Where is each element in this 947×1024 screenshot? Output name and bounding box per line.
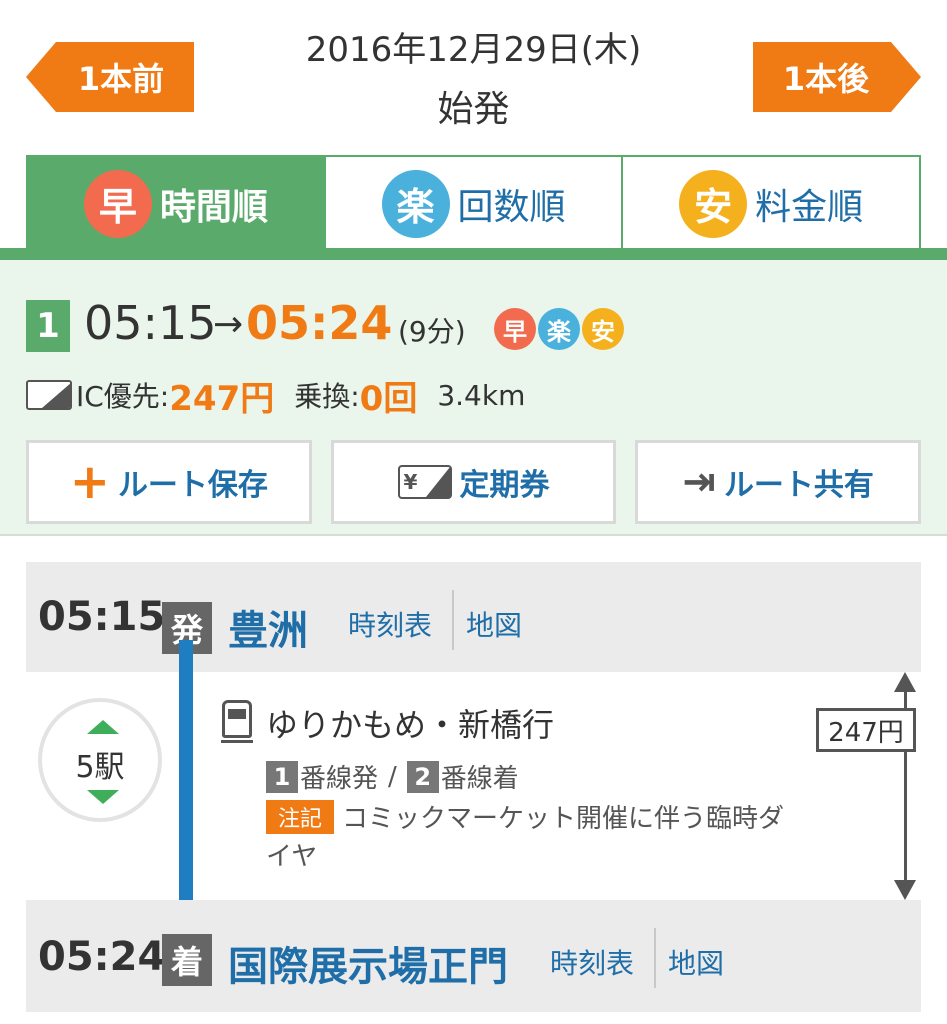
arrival-station-link[interactable]: 国際展示場正門 [228,934,508,992]
stop-count: 5駅 [75,750,125,785]
tab-label: 料金順 [755,186,864,228]
tab-sort-by-transfers[interactable]: 楽 回数順 [325,155,624,250]
transfer-label: 乗換: [294,380,360,413]
commuter-pass-label: 定期券 [459,468,550,503]
arrival-platform-number: 2 [406,760,439,793]
train-line-bar [179,640,193,940]
fare-value: 247円 [169,378,275,419]
departure-time: 05:15 [84,296,217,350]
commuter-pass-button[interactable]: ¥ 定期券 [330,440,617,524]
notice-tag: 注記 [266,800,334,834]
tab-label: 時間順 [159,186,268,228]
line-name: ゆりかもめ・新橋行 [266,706,555,744]
route-actions: + ルート保存 ¥ 定期券 ⇥ ルート共有 [26,440,922,524]
arrival-time: 05:24 [38,934,166,980]
commuter-pass-icon: ¥ [397,465,452,499]
link-divider [654,928,656,988]
next-train-button[interactable]: 1本後 [753,42,921,112]
segment-fare: 247円 [816,708,916,752]
train-icon [221,700,253,743]
notice-text: コミックマーケット開催に伴う臨時ダイヤ [266,804,785,872]
arrival-time: 05:24 [246,296,393,350]
fast-badge-icon: 早 [494,308,536,350]
departure-platform-label: 番線発 [300,764,379,794]
platform-separator: / [388,761,397,792]
departure-station-link[interactable]: 豊洲 [228,598,308,656]
expand-down-icon [87,790,119,804]
easy-icon: 楽 [381,169,450,238]
tab-label: 回数順 [457,186,566,228]
transfer-count: 0回 [359,378,418,419]
distance: 3.4km [437,378,526,412]
duration: (9分) [398,315,466,348]
save-route-button[interactable]: + ルート保存 [26,440,312,524]
departure-time: 05:15 [38,594,166,640]
share-icon: ⇥ [682,459,716,505]
platform-info: 1 番線発 / 2 番線着 [266,758,519,795]
share-route-button[interactable]: ⇥ ルート共有 [635,440,922,524]
fast-icon: 早 [83,169,152,238]
cheap-badge-icon: 安 [582,308,624,350]
route-number: 1 [26,300,70,352]
header: 1本前 2016年12月29日(木) 始発 1本後 [0,0,947,150]
departure-station-row: 05:15 発 豊洲 時刻表 地図 [26,562,921,672]
sort-tabs: 早 時間順 楽 回数順 安 料金順 [26,155,922,250]
expand-up-icon [87,720,119,734]
share-route-label: ルート共有 [723,468,874,503]
link-divider [452,590,454,650]
arrow-icon: → [213,304,244,345]
save-route-label: ルート保存 [117,468,268,503]
plus-icon: + [69,454,110,510]
stops-toggle[interactable]: 5駅 [38,698,162,822]
arrival-platform-label: 番線着 [440,764,519,794]
departure-timetable-link[interactable]: 時刻表 [348,604,432,644]
route-summary: 1 05:15 → 05:24 (9分) 早 楽 安 IC優先: 247円 乗換… [0,248,947,536]
arrival-station-row: 05:24 着 国際展示場正門 時刻表 地図 [26,900,921,1012]
route-badges: 早 楽 安 [494,308,626,350]
tab-sort-by-fare[interactable]: 安 料金順 [623,155,922,250]
arrow-down-icon [894,880,916,900]
ic-label: IC優先: [76,380,170,413]
arrow-up-icon [894,672,916,692]
ic-card-icon [26,380,72,410]
easy-badge-icon: 楽 [538,308,580,350]
departure-platform-number: 1 [266,760,298,793]
arrival-mark: 着 [162,934,212,986]
tab-sort-by-time[interactable]: 早 時間順 [26,155,326,250]
arrival-map-link[interactable]: 地図 [668,942,724,982]
route-info: IC優先: 247円 乗換: 0回 3.4km [26,372,526,419]
departure-map-link[interactable]: 地図 [466,604,522,644]
arrival-timetable-link[interactable]: 時刻表 [550,942,634,982]
cheap-icon: 安 [679,169,748,238]
